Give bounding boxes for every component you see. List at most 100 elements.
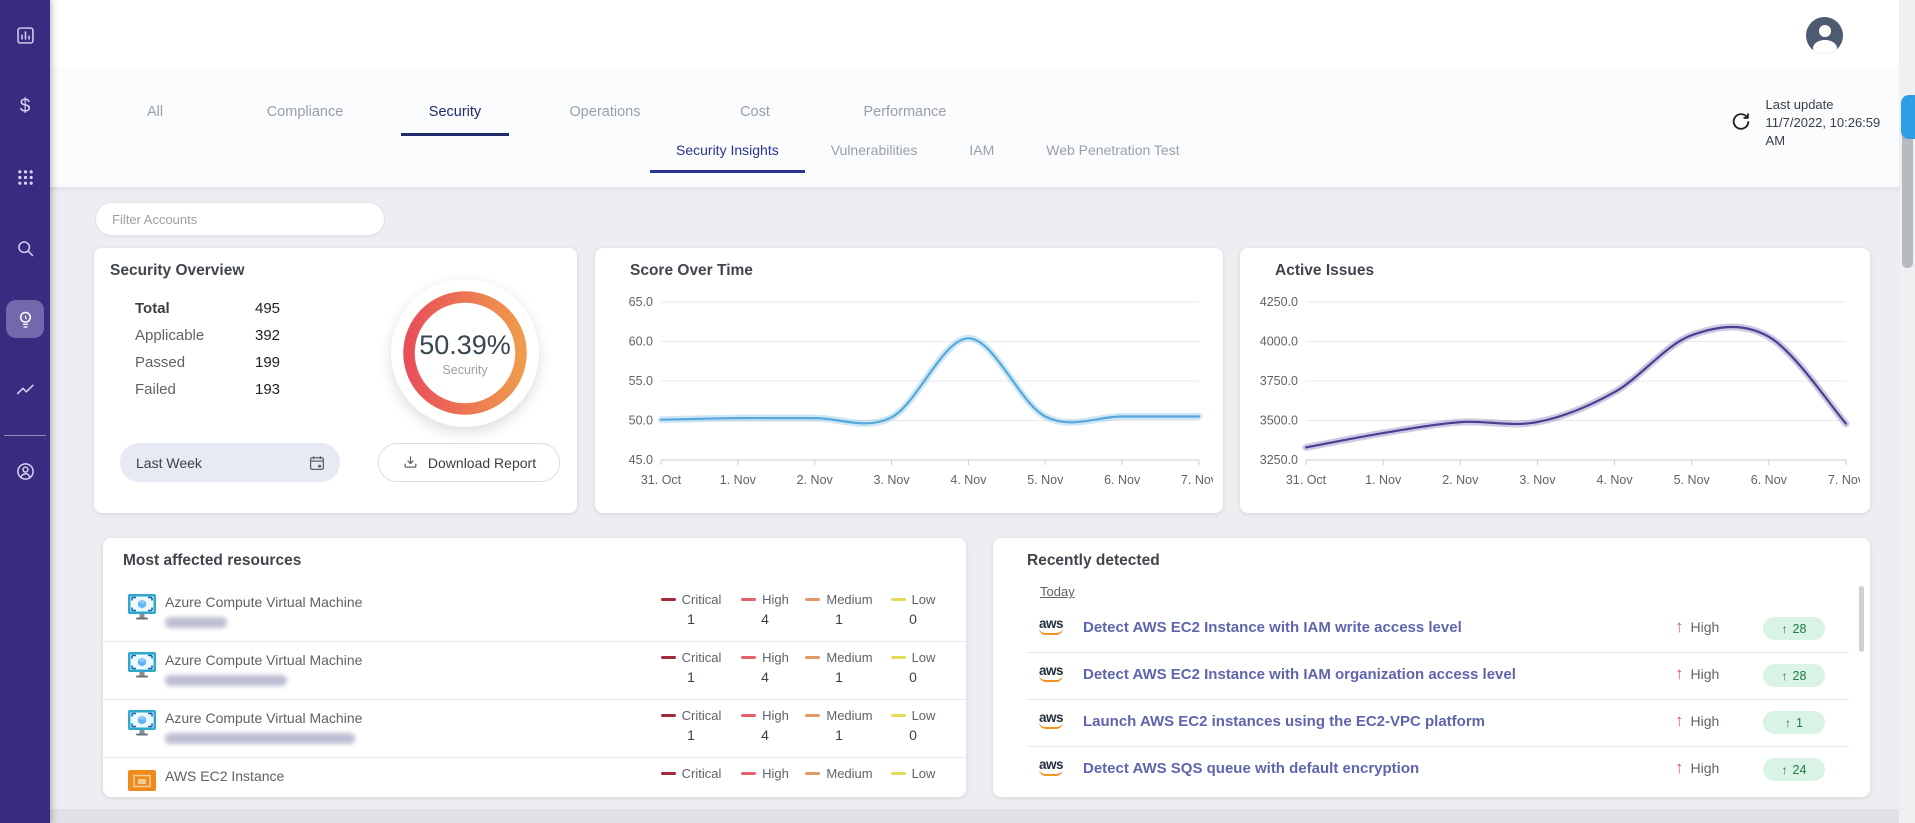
tab-security[interactable]: Security	[380, 94, 530, 136]
most-affected-resources-card: Most affected resources Azure Compute Vi…	[103, 538, 966, 797]
tab-performance[interactable]: Performance	[830, 94, 980, 136]
apps-grid-icon	[14, 166, 36, 188]
sidebar-item-dashboard[interactable]	[6, 16, 44, 54]
bar-chart-icon	[14, 24, 36, 46]
sub-tabs: Security InsightsVulnerabilitiesIAMWeb P…	[650, 134, 1206, 173]
svg-text:3250.0: 3250.0	[1260, 453, 1298, 467]
last-update-timestamp: 11/7/2022, 10:26:59 AM	[1766, 114, 1900, 150]
severity-dash-icon	[805, 772, 820, 776]
most-affected-title: Most affected resources	[123, 552, 301, 570]
detection-link[interactable]: Detect AWS SQS queue with default encryp…	[1083, 760, 1419, 777]
severity-medium: Medium 1	[802, 592, 876, 627]
detection-link[interactable]: Detect AWS EC2 Instance with IAM write a…	[1083, 619, 1462, 636]
up-arrow-icon: ↑	[1675, 712, 1684, 729]
svg-text:6. Nov: 6. Nov	[1751, 473, 1788, 487]
detection-item: aws Detect AWS EC2 Instance with IAM org…	[1027, 653, 1849, 700]
svg-text:7. Nov: 7. Nov	[1828, 473, 1860, 487]
lightbulb-icon	[14, 308, 36, 330]
severity-dash-icon	[661, 772, 676, 776]
svg-text:6. Nov: 6. Nov	[1104, 473, 1141, 487]
up-arrow-icon: ↑	[1782, 622, 1788, 636]
download-report-label: Download Report	[428, 455, 536, 471]
recently-detected-group[interactable]: Today	[1040, 584, 1075, 599]
period-select[interactable]: Last Week	[120, 443, 340, 482]
azure-vm-icon	[127, 709, 157, 737]
active-issues-chart: 4250.04000.03750.03500.03250.031. Oct1. …	[1250, 290, 1860, 502]
resource-row[interactable]: Azure Compute Virtual Machine Critical 1…	[103, 642, 966, 700]
period-select-value: Last Week	[136, 455, 202, 471]
calendar-icon	[308, 454, 326, 472]
sidebar-item-insights[interactable]	[6, 300, 44, 338]
user-avatar-icon	[1819, 25, 1831, 37]
aws-ec2-icon	[127, 767, 157, 795]
tab-operations[interactable]: Operations	[530, 94, 680, 136]
stat-applicable: Applicable392	[135, 327, 365, 354]
sidebar-item-account[interactable]	[6, 452, 44, 490]
last-update: Last update 11/7/2022, 10:26:59 AM	[1730, 96, 1900, 150]
up-arrow-icon: ↑	[1675, 665, 1684, 682]
subtab-web-penetration-test[interactable]: Web Penetration Test	[1020, 134, 1205, 173]
security-overview-card: Security Overview Total495Applicable392P…	[94, 248, 577, 513]
svg-text:31. Oct: 31. Oct	[1286, 473, 1327, 487]
up-arrow-icon: ↑	[1675, 759, 1684, 776]
severity-low: Low	[876, 766, 950, 785]
svg-text:4250.0: 4250.0	[1260, 295, 1298, 309]
recently-detected-items: aws Detect AWS EC2 Instance with IAM wri…	[1027, 606, 1849, 794]
sidebar-item-trends[interactable]	[6, 371, 44, 409]
severity-critical: Critical	[654, 766, 728, 785]
svg-text:3. Nov: 3. Nov	[1519, 473, 1556, 487]
severity-indicator: ↑ High	[1675, 712, 1719, 729]
sidebar: $	[0, 0, 50, 823]
subtab-iam[interactable]: IAM	[943, 134, 1020, 173]
filter-accounts-input[interactable]	[95, 202, 385, 236]
detection-link[interactable]: Detect AWS EC2 Instance with IAM organiz…	[1083, 666, 1516, 683]
severity-dash-icon	[741, 656, 756, 660]
severity-dash-icon	[891, 772, 906, 776]
footer-shade	[50, 809, 1915, 823]
severity-critical: Critical 1	[654, 592, 728, 627]
redacted-resource-id	[165, 733, 355, 744]
active-issues-card: Active Issues 4250.04000.03750.03500.032…	[1240, 248, 1870, 513]
svg-text:7. Nov: 7. Nov	[1181, 473, 1213, 487]
severity-dash-icon	[891, 714, 906, 718]
resource-row[interactable]: AWS EC2 Instance Critical High Medium Lo…	[103, 758, 966, 797]
sidebar-item-apps[interactable]	[6, 158, 44, 196]
severity-medium: Medium	[802, 766, 876, 785]
svg-text:45.0: 45.0	[629, 453, 653, 467]
resource-row[interactable]: Azure Compute Virtual Machine Critical 1…	[103, 700, 966, 758]
severity-block: Critical 1 High 4 Medium 1 Low 0	[654, 592, 950, 627]
subtab-security-insights[interactable]: Security Insights	[650, 134, 805, 173]
sidebar-item-billing[interactable]: $	[6, 87, 44, 125]
refresh-icon[interactable]	[1730, 111, 1754, 135]
severity-dash-icon	[805, 656, 820, 660]
resource-row[interactable]: Azure Compute Virtual Machine Critical 1…	[103, 584, 966, 642]
severity-critical: Critical 1	[654, 708, 728, 743]
user-avatar[interactable]	[1806, 17, 1843, 54]
sidebar-item-search[interactable]	[6, 229, 44, 267]
tab-all[interactable]: All	[80, 94, 230, 136]
edge-floating-button[interactable]	[1901, 95, 1915, 139]
stat-total: Total495	[135, 300, 365, 327]
resource-name: Azure Compute Virtual Machine	[165, 710, 362, 726]
most-affected-rows: Azure Compute Virtual Machine Critical 1…	[103, 584, 966, 797]
tab-cost[interactable]: Cost	[680, 94, 830, 136]
score-over-time-chart: 65.060.055.050.045.031. Oct1. Nov2. Nov3…	[605, 290, 1213, 502]
severity-high: High 4	[728, 592, 802, 627]
subtab-vulnerabilities[interactable]: Vulnerabilities	[805, 134, 944, 173]
svg-text:50.0: 50.0	[629, 414, 653, 428]
tab-compliance[interactable]: Compliance	[230, 94, 380, 136]
severity-low: Low 0	[876, 592, 950, 627]
svg-text:5. Nov: 5. Nov	[1027, 473, 1064, 487]
aws-logo-icon: aws	[1039, 617, 1069, 635]
severity-dash-icon	[891, 656, 906, 660]
security-overview-title: Security Overview	[110, 262, 244, 280]
severity-indicator: ↑ High	[1675, 759, 1719, 776]
download-icon	[402, 454, 419, 471]
severity-high: High 4	[728, 708, 802, 743]
resource-name: Azure Compute Virtual Machine	[165, 594, 362, 610]
severity-dash-icon	[741, 598, 756, 602]
severity-dash-icon	[661, 598, 676, 602]
download-report-button[interactable]: Download Report	[378, 443, 560, 482]
detection-link[interactable]: Launch AWS EC2 instances using the EC2-V…	[1083, 713, 1485, 730]
card-scrollbar-thumb[interactable]	[1859, 586, 1864, 652]
